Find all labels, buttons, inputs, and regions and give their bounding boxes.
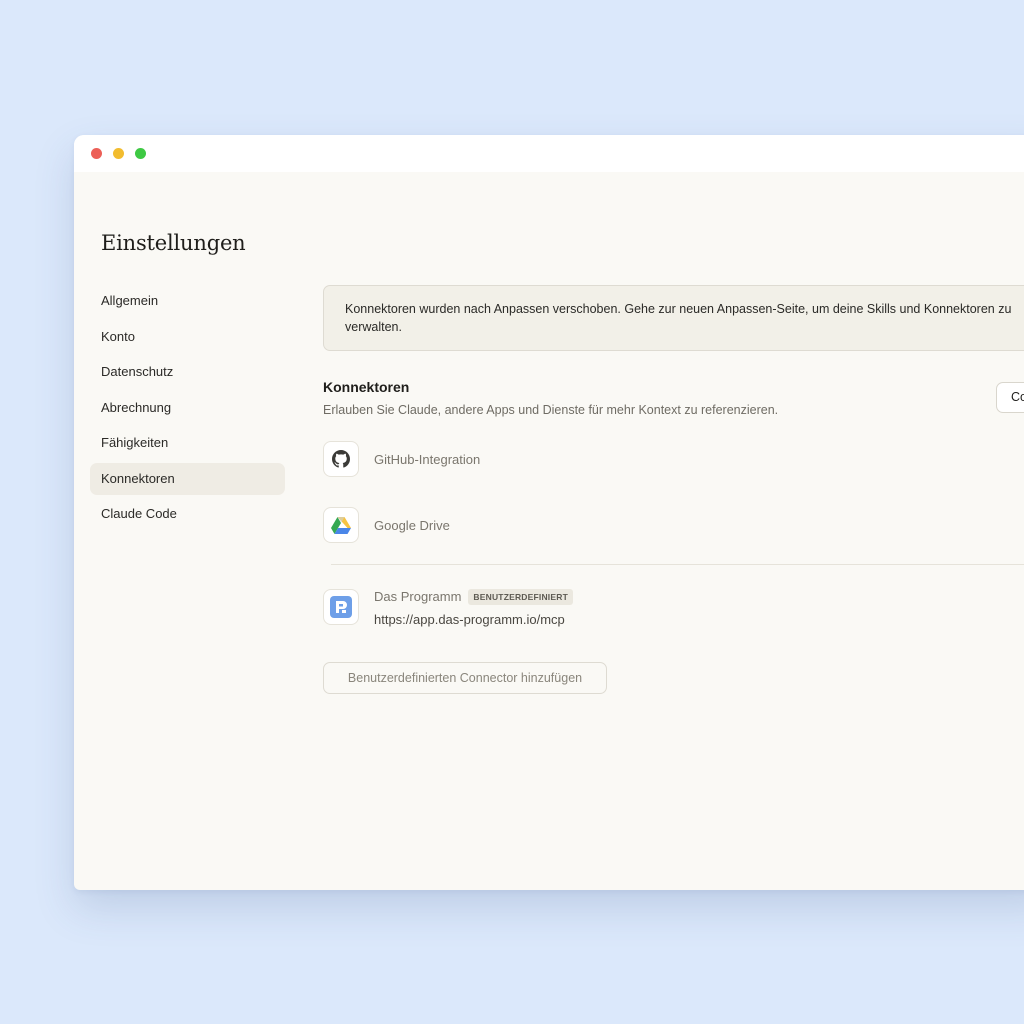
connectors-section-title: Konnektoren <box>323 379 410 395</box>
das-programm-icon <box>323 589 359 625</box>
connector-row-das-programm[interactable]: Das Programm BENUTZERDEFINIERT https://ap… <box>323 588 1023 627</box>
connector-url: https://app.das-programm.io/mcp <box>374 612 565 627</box>
title-bar <box>74 135 1024 172</box>
connector-row-github[interactable]: GitHub-Integration <box>323 441 1023 479</box>
page-title: Einstellungen <box>101 231 246 255</box>
connectors-action-button[interactable]: Co <box>996 382 1024 413</box>
sidebar-item-allgemein[interactable]: Allgemein <box>90 285 285 317</box>
google-drive-icon <box>323 507 359 543</box>
connector-name: GitHub-Integration <box>374 452 481 467</box>
add-custom-connector-button[interactable]: Benutzerdefinierten Connector hinzufügen <box>323 662 607 694</box>
connector-row-google-drive[interactable]: Google Drive <box>323 507 1023 545</box>
connector-name: Google Drive <box>374 518 450 533</box>
sidebar-item-konto[interactable]: Konto <box>90 321 285 353</box>
minimize-window-button[interactable] <box>113 148 124 159</box>
custom-badge: BENUTZERDEFINIERT <box>468 589 573 605</box>
app-window: Einstellungen Allgemein Konto Datenschut… <box>74 135 1024 890</box>
connector-name: Das Programm <box>374 589 462 604</box>
sidebar-item-abrechnung[interactable]: Abrechnung <box>90 392 285 424</box>
close-window-button[interactable] <box>91 148 102 159</box>
connectors-divider <box>331 564 1024 565</box>
sidebar-item-faehigkeiten[interactable]: Fähigkeiten <box>90 427 285 459</box>
moved-notice: Konnektoren wurden nach Anpassen verscho… <box>323 285 1024 351</box>
github-icon <box>323 441 359 477</box>
settings-sidebar: Allgemein Konto Datenschutz Abrechnung F… <box>90 285 285 534</box>
sidebar-item-datenschutz[interactable]: Datenschutz <box>90 356 285 388</box>
sidebar-item-konnektoren[interactable]: Konnektoren <box>90 462 285 495</box>
sidebar-item-claude-code[interactable]: Claude Code <box>90 498 285 530</box>
maximize-window-button[interactable] <box>135 148 146 159</box>
connectors-section-description: Erlauben Sie Claude, andere Apps und Die… <box>323 403 779 417</box>
connector-name-group: Das Programm BENUTZERDEFINIERT <box>374 589 573 605</box>
